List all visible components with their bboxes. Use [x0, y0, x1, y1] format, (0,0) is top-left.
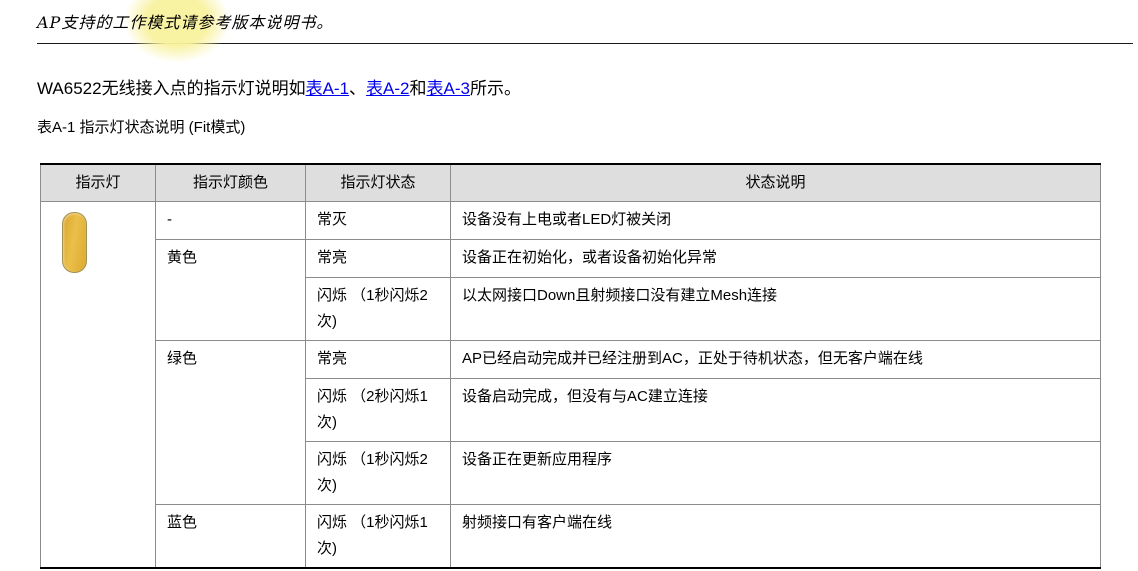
table-row: - 常灭 设备没有上电或者LED灯被关闭 — [40, 201, 1101, 569]
state-cell: 闪烁 （1秒闪烁1次) — [305, 504, 451, 569]
header-indicator: 指示灯 — [40, 163, 156, 202]
state-cell: 常亮 — [305, 239, 451, 278]
color-cell: - — [155, 201, 306, 240]
color-cell: 黄色 — [155, 239, 306, 341]
state-cell: 常灭 — [305, 201, 451, 240]
section-divider — [37, 43, 1133, 44]
led-indicator-cell — [40, 201, 156, 569]
intro-suffix: 所示。 — [469, 79, 521, 98]
table-caption: 表A-1 指示灯状态说明 (Fit模式) — [37, 119, 246, 136]
yellow-led-pill-icon — [62, 212, 87, 273]
desc-cell: 设备正在更新应用程序 — [450, 441, 1101, 505]
link-table-a2[interactable]: 表A-2 — [366, 79, 409, 98]
desc-cell: 以太网接口Down且射频接口没有建立Mesh连接 — [450, 277, 1101, 341]
intro-separator-1: 、 — [349, 79, 367, 98]
link-table-a3[interactable]: 表A-3 — [427, 79, 470, 98]
intro-separator-2: 和 — [409, 79, 427, 98]
note-text: AP支持的工作模式请参考版本说明书。 — [37, 13, 334, 32]
desc-cell: 射频接口有客户端在线 — [450, 504, 1101, 569]
table-row: 蓝色 闪烁 （1秒闪烁1次) 射频接口有客户端在线 — [41, 504, 1101, 569]
color-cell: 蓝色 — [155, 504, 306, 569]
desc-cell: AP已经启动完成并已经注册到AC，正处于待机状态，但无客户端在线 — [450, 340, 1101, 379]
desc-cell: 设备没有上电或者LED灯被关闭 — [450, 201, 1101, 240]
state-cell: 闪烁 （1秒闪烁2次) — [305, 441, 451, 505]
link-table-a1[interactable]: 表A-1 — [306, 79, 349, 98]
desc-cell: 设备启动完成，但没有与AC建立连接 — [450, 378, 1101, 442]
led-status-table: 指示灯 指示灯颜色 指示灯状态 状态说明 - 常灭 设备没有上电或者LED灯被关… — [40, 163, 1101, 569]
intro-paragraph: WA6522无线接入点的指示灯说明如表A-1、表A-2和表A-3所示。 — [37, 77, 1138, 100]
document-page: { "page": { "note_line": "AP支持的工作模式请参考版本… — [0, 0, 1138, 571]
intro-prefix: WA6522无线接入点的指示灯说明如 — [37, 79, 306, 98]
header-indicator-color: 指示灯颜色 — [155, 163, 306, 202]
header-state-description: 状态说明 — [450, 163, 1101, 202]
note-section: AP支持的工作模式请参考版本说明书。 — [37, 0, 1138, 62]
desc-cell: 设备正在初始化，或者设备初始化异常 — [450, 239, 1101, 278]
table-row: 黄色 常亮 设备正在初始化，或者设备初始化异常 — [41, 239, 1101, 341]
table-row: 绿色 常亮 AP已经启动完成并已经注册到AC，正处于待机状态，但无客户端在线 — [41, 340, 1101, 505]
state-cell: 闪烁 （1秒闪烁2次) — [305, 277, 451, 341]
color-cell: 绿色 — [155, 340, 306, 505]
table-header-row: 指示灯 指示灯颜色 指示灯状态 状态说明 — [40, 163, 1101, 202]
state-cell: 闪烁 （2秒闪烁1次) — [305, 378, 451, 442]
state-cell: 常亮 — [305, 340, 451, 379]
header-indicator-state: 指示灯状态 — [305, 163, 451, 202]
